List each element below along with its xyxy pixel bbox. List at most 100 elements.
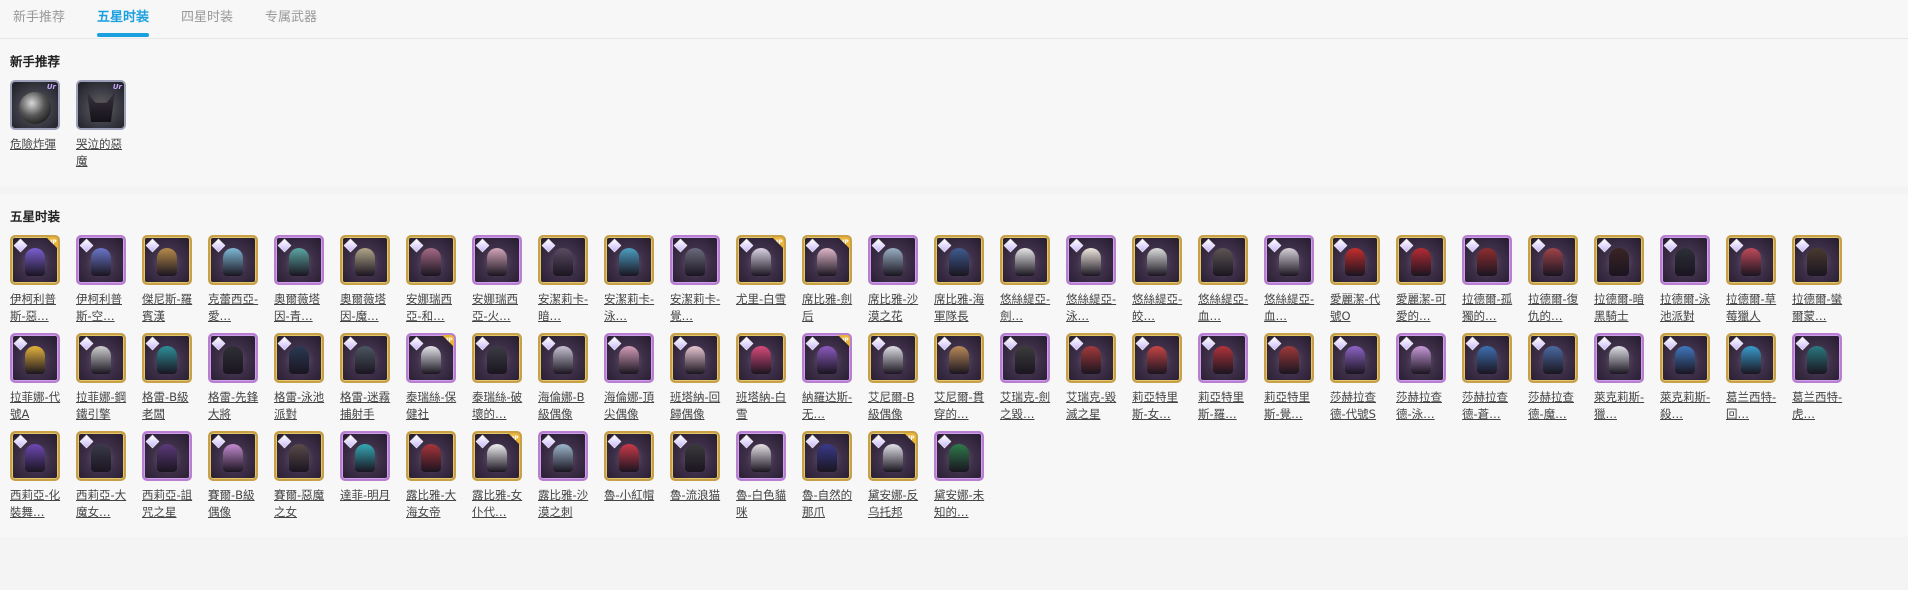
costume-name[interactable]: 莉亞特里斯-覺… [1264,389,1318,423]
costume-item[interactable]: 悠絲緹亞-泳… [1066,235,1120,325]
costume-name[interactable]: 莎赫拉查德-魔… [1528,389,1582,423]
costume-item[interactable]: 席比雅-海軍隊長 [934,235,988,325]
costume-name[interactable]: 奧爾薇塔因-魔… [340,291,394,325]
costume-name[interactable]: 悠絲緹亞-血… [1264,291,1318,325]
costume-name[interactable]: 拉德爾-復仇的… [1528,291,1582,325]
costume-name[interactable]: 克蕾西亞-愛… [208,291,262,325]
costume-item[interactable]: 拉德爾-復仇的… [1528,235,1582,325]
costume-item[interactable]: 安娜瑞西亞-火… [472,235,526,325]
costume-name[interactable]: 傑尼斯-羅賓漢 [142,291,196,325]
costume-item[interactable]: 艾尼爾-B級偶像 [868,333,922,423]
costume-item[interactable]: 奧爾薇塔因-魔… [340,235,394,325]
costume-name[interactable]: 悠絲緹亞-皎… [1132,291,1186,325]
costume-name[interactable]: 愛麗潔-代號O [1330,291,1384,325]
costume-name[interactable]: 拉菲娜-代號A [10,389,64,423]
costume-name[interactable]: 伊柯利普斯-惡… [10,291,64,325]
item-name[interactable]: 危險炸彈 [10,136,64,170]
costume-name[interactable]: 魯-白色貓咪 [736,487,790,521]
costume-item[interactable]: 泰瑞絲-破壞的… [472,333,526,423]
costume-item[interactable]: 賽爾-B級偶像 [208,431,262,521]
tab-1[interactable]: 五星时装 [97,0,150,37]
tab-3[interactable]: 专属武器 [265,0,317,36]
costume-name[interactable]: 席比雅-沙漠之花 [868,291,922,325]
costume-item[interactable]: 班塔納-回歸偶像 [670,333,724,423]
costume-item[interactable]: 奧爾薇塔因-青… [274,235,328,325]
costume-name[interactable]: 魯-小紅帽 [604,487,658,521]
costume-item[interactable]: 伊柯利普斯-空… [76,235,130,325]
costume-name[interactable]: 席比雅-海軍隊長 [934,291,988,325]
tab-0[interactable]: 新手推荐 [13,0,65,36]
costume-item[interactable]: 格雷-泳池派對 [274,333,328,423]
costume-name[interactable]: 露比雅-沙漠之刺 [538,487,592,521]
costume-item[interactable]: 拉菲娜-代號A [10,333,64,423]
costume-name[interactable]: 賽爾-惡魔之女 [274,487,328,521]
costume-name[interactable]: 西莉亞-詛咒之星 [142,487,196,521]
costume-item[interactable]: 魯-流浪猫 [670,431,724,521]
costume-item[interactable]: 格雷-迷霧捕射手 [340,333,394,423]
costume-name[interactable]: 安潔莉卡-泳… [604,291,658,325]
costume-item[interactable]: 海倫娜-頂尖偶像 [604,333,658,423]
costume-name[interactable]: 拉德爾-蠻爾蒙… [1792,291,1846,325]
costume-name[interactable]: 奧爾薇塔因-青… [274,291,328,325]
tab-2[interactable]: 四星时装 [181,0,233,36]
costume-name[interactable]: 悠絲緹亞-泳… [1066,291,1120,325]
costume-name[interactable]: 拉德爾-泳池派對 [1660,291,1714,325]
costume-item[interactable]: 克蕾西亞-愛… [208,235,262,325]
costume-name[interactable]: 安潔莉卡-覺… [670,291,724,325]
costume-item[interactable]: UP 尤里-白雪 [736,235,790,325]
costume-item[interactable]: 安娜瑞西亞-和… [406,235,460,325]
costume-item[interactable]: 西莉亞-化裝舞… [10,431,64,521]
costume-item[interactable]: 安潔莉卡-泳… [604,235,658,325]
costume-item[interactable]: 悠絲緹亞-血… [1198,235,1252,325]
costume-name[interactable]: 莎赫拉查德-泳… [1396,389,1450,423]
costume-name[interactable]: 葛兰西特-回… [1726,389,1780,423]
costume-name[interactable]: 格雷-先鋒大將 [208,389,262,423]
rookie-item[interactable]: Ur 危險炸彈 [10,80,64,170]
costume-name[interactable]: 露比雅-大海女帝 [406,487,460,521]
costume-name[interactable]: 安潔莉卡-暗… [538,291,592,325]
costume-name[interactable]: 莎赫拉查德-蒼… [1462,389,1516,423]
costume-item[interactable]: 魯-自然的那爪 [802,431,856,521]
costume-item[interactable]: 艾瑞克-劍之毀… [1000,333,1054,423]
costume-name[interactable]: 海倫娜-頂尖偶像 [604,389,658,423]
costume-item[interactable]: 愛麗潔-代號O [1330,235,1384,325]
costume-item[interactable]: 拉德爾-暗黑騎士 [1594,235,1648,325]
costume-name[interactable]: 格雷-迷霧捕射手 [340,389,394,423]
costume-name[interactable]: 達菲-明月 [340,487,394,521]
costume-item[interactable]: 莉亞特里斯-覺… [1264,333,1318,423]
costume-item[interactable]: 莎赫拉查德-蒼… [1462,333,1516,423]
costume-item[interactable]: 莎赫拉查德-代號S [1330,333,1384,423]
costume-item[interactable]: 達菲-明月 [340,431,394,521]
costume-name[interactable]: 艾尼爾-貫穿的… [934,389,988,423]
costume-name[interactable]: 葛兰西特-虎… [1792,389,1846,423]
costume-item[interactable]: 莎赫拉查德-泳… [1396,333,1450,423]
costume-name[interactable]: 西莉亞-大魔女… [76,487,130,521]
costume-name[interactable]: 伊柯利普斯-空… [76,291,130,325]
costume-name[interactable]: 魯-流浪猫 [670,487,724,521]
costume-name[interactable]: 黛安娜-反乌托邦 [868,487,922,521]
costume-item[interactable]: 西莉亞-詛咒之星 [142,431,196,521]
costume-name[interactable]: 拉德爾-孤獨的… [1462,291,1516,325]
costume-item[interactable]: 賽爾-惡魔之女 [274,431,328,521]
costume-item[interactable]: 葛兰西特-虎… [1792,333,1846,423]
costume-name[interactable]: 莉亞特里斯-女… [1132,389,1186,423]
costume-item[interactable]: 黛安娜-未知的… [934,431,988,521]
costume-item[interactable]: 格雷-先鋒大將 [208,333,262,423]
costume-item[interactable]: 拉德爾-草莓獵人 [1726,235,1780,325]
costume-name[interactable]: 莎赫拉查德-代號S [1330,389,1384,423]
costume-item[interactable]: 悠絲緹亞-皎… [1132,235,1186,325]
costume-item[interactable]: 海倫娜-B級偶像 [538,333,592,423]
costume-item[interactable]: UP 泰瑞絲-保健社 [406,333,460,423]
costume-item[interactable]: 露比雅-大海女帝 [406,431,460,521]
costume-item[interactable]: 拉菲娜-鋼鐵引擎 [76,333,130,423]
costume-item[interactable]: 悠絲緹亞-血… [1264,235,1318,325]
costume-item[interactable]: 西莉亞-大魔女… [76,431,130,521]
costume-name[interactable]: 艾尼爾-B級偶像 [868,389,922,423]
costume-name[interactable]: 艾瑞克-劍之毀… [1000,389,1054,423]
costume-name[interactable]: 萊克莉斯-殺… [1660,389,1714,423]
costume-name[interactable]: 賽爾-B級偶像 [208,487,262,521]
costume-name[interactable]: 納羅达斯-无… [802,389,856,423]
costume-name[interactable]: 泰瑞絲-保健社 [406,389,460,423]
costume-name[interactable]: 萊克莉斯-獵… [1594,389,1648,423]
costume-name[interactable]: 魯-自然的那爪 [802,487,856,521]
